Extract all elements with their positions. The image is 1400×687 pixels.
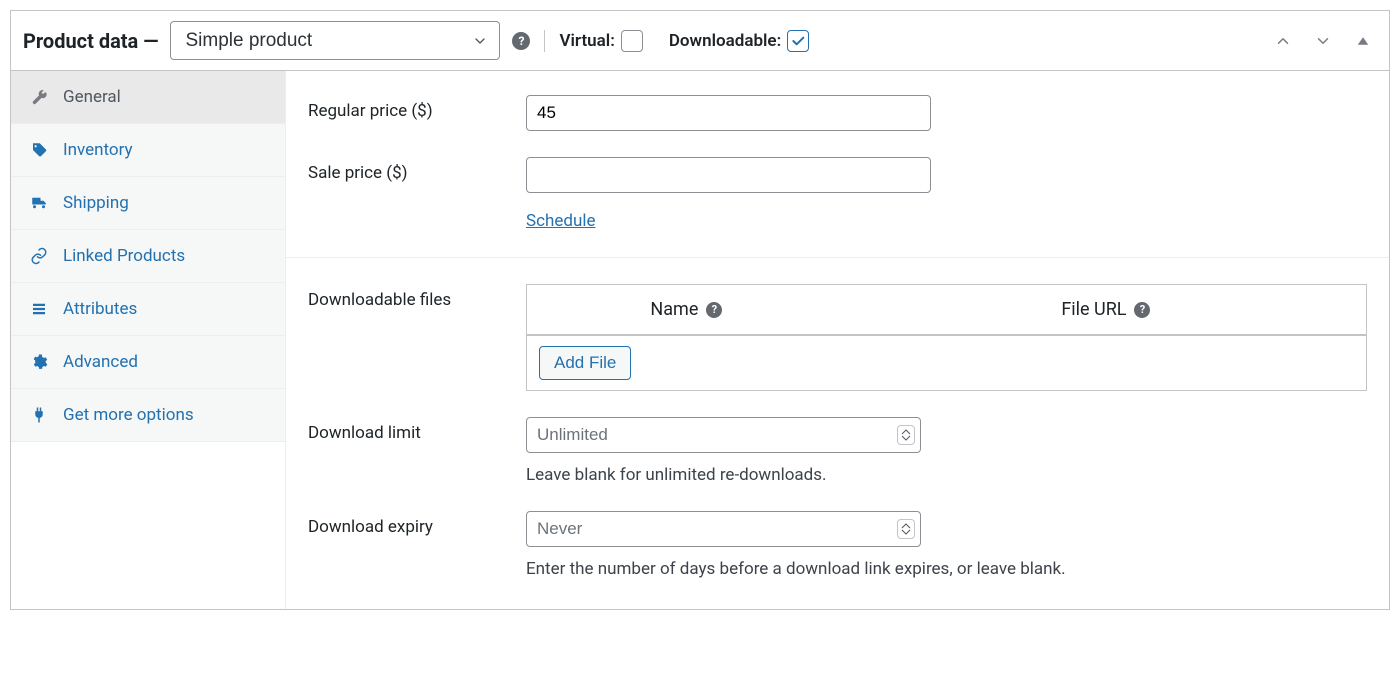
sidebar-item-label: General [63, 87, 121, 107]
virtual-label: Virtual: [559, 31, 614, 51]
wrench-icon [29, 87, 49, 107]
move-down-button[interactable] [1309, 27, 1337, 55]
section-divider [286, 257, 1389, 258]
sidebar-item-label: Advanced [63, 352, 138, 372]
list-icon [29, 299, 49, 319]
schedule-link[interactable]: Schedule [526, 211, 595, 231]
help-icon[interactable]: ? [706, 302, 722, 318]
virtual-toggle: Virtual: [559, 30, 642, 52]
downloadable-files-label: Downloadable files [308, 284, 526, 310]
row-download-limit: Download limit Leave blank for unlimited… [308, 417, 1367, 485]
tab-content-general: Regular price ($) Sale price ($) Schedul… [286, 71, 1389, 609]
download-limit-desc: Leave blank for unlimited re-downloads. [526, 465, 921, 485]
sidebar-item-linked-products[interactable]: Linked Products [11, 230, 285, 283]
col-file-url: File URL [1061, 299, 1126, 320]
collapse-button[interactable] [1349, 27, 1377, 55]
row-download-expiry: Download expiry Enter the number of days… [308, 511, 1367, 579]
downloadable-label: Downloadable: [669, 31, 781, 51]
truck-icon [29, 193, 49, 213]
sidebar-item-more-options[interactable]: Get more options [11, 389, 285, 442]
gear-icon [29, 352, 49, 372]
download-limit-input[interactable] [526, 417, 921, 453]
product-type-select-wrap: Simple product [170, 21, 500, 60]
product-data-panel: Product data — Simple product ? Virtual:… [10, 10, 1390, 610]
row-regular-price: Regular price ($) [308, 95, 1367, 131]
sidebar-item-label: Get more options [63, 405, 194, 425]
add-file-button[interactable]: Add File [539, 346, 631, 380]
product-type-select[interactable]: Simple product [170, 21, 500, 60]
sale-price-label: Sale price ($) [308, 157, 526, 183]
downloadable-toggle: Downloadable: [669, 30, 809, 52]
sidebar-item-label: Linked Products [63, 246, 185, 266]
sidebar-item-label: Inventory [63, 140, 133, 160]
sidebar-item-label: Shipping [63, 193, 129, 213]
download-expiry-desc: Enter the number of days before a downlo… [526, 559, 1066, 579]
row-downloadable-files: Downloadable files Name ? [308, 284, 1367, 391]
help-icon[interactable]: ? [512, 32, 530, 50]
tag-icon [29, 140, 49, 160]
plug-icon [29, 405, 49, 425]
panel-header: Product data — Simple product ? Virtual:… [11, 11, 1389, 71]
virtual-checkbox[interactable] [621, 30, 643, 52]
sidebar-item-attributes[interactable]: Attributes [11, 283, 285, 336]
move-up-button[interactable] [1269, 27, 1297, 55]
downloadable-checkbox[interactable] [787, 30, 809, 52]
download-expiry-label: Download expiry [308, 511, 526, 537]
sidebar-item-advanced[interactable]: Advanced [11, 336, 285, 389]
sidebar-item-general[interactable]: General [11, 71, 285, 124]
regular-price-input[interactable] [526, 95, 931, 131]
regular-price-label: Regular price ($) [308, 95, 526, 121]
download-limit-label: Download limit [308, 417, 526, 443]
panel-body: General Inventory Shipping Linked Produc… [11, 71, 1389, 609]
sale-price-input[interactable] [526, 157, 931, 193]
downloadable-files-table: Name ? File URL ? [526, 284, 1367, 391]
row-sale-price: Sale price ($) Schedule [308, 157, 1367, 231]
help-icon[interactable]: ? [1134, 302, 1150, 318]
download-expiry-input[interactable] [526, 511, 921, 547]
sidebar-item-inventory[interactable]: Inventory [11, 124, 285, 177]
col-name: Name [650, 299, 698, 320]
sidebar: General Inventory Shipping Linked Produc… [11, 71, 286, 609]
divider [544, 30, 545, 52]
panel-title: Product data — [23, 29, 158, 53]
sidebar-item-label: Attributes [63, 299, 137, 319]
link-icon [29, 246, 49, 266]
sidebar-item-shipping[interactable]: Shipping [11, 177, 285, 230]
